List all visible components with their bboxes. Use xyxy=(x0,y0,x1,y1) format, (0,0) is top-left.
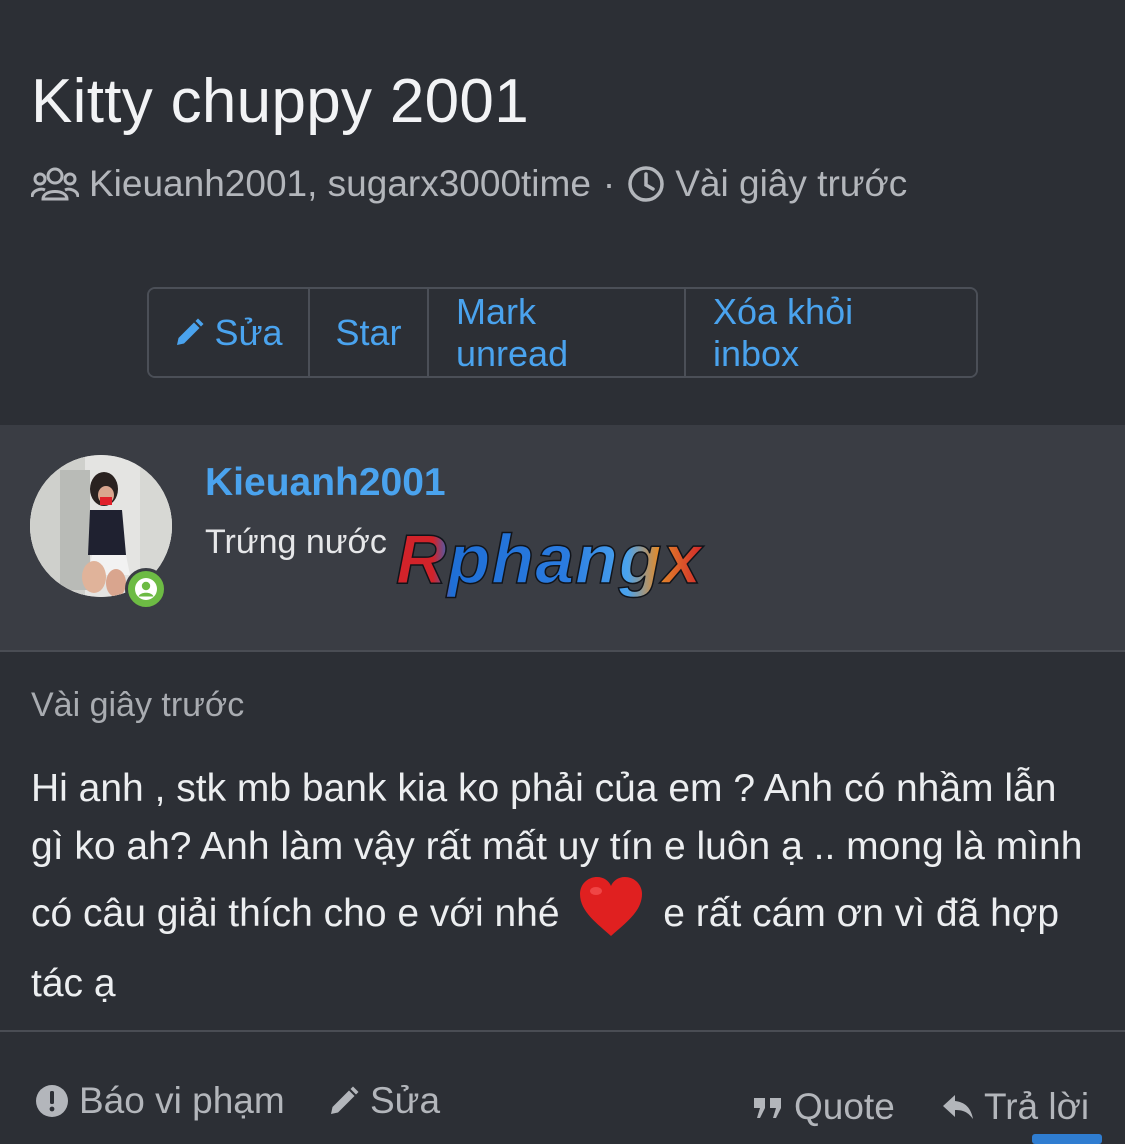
star-button-label: Star xyxy=(335,311,402,353)
report-label: Báo vi phạm xyxy=(79,1080,285,1121)
conversation-toolbar: Sửa Star Mark unread Xóa khỏi inbox xyxy=(147,287,978,378)
username-link[interactable]: Kieuanh2001 xyxy=(205,461,446,505)
message-time: Vài giây trước xyxy=(31,686,245,724)
participants-list[interactable]: Kieuanh2001, sugarx3000time xyxy=(89,163,591,205)
remove-from-inbox-label: Xóa khỏi inbox xyxy=(713,290,854,374)
reply-arrow-icon xyxy=(942,1093,974,1121)
quote-label: Quote xyxy=(794,1086,895,1127)
conversation-time: Vài giây trước xyxy=(675,163,908,204)
message-body: Hi anh , stk mb bank kia ko phải của em … xyxy=(31,760,1091,1013)
edit-message-button[interactable]: Sửa xyxy=(328,1080,440,1122)
user-rank: Trứng nước xyxy=(205,523,387,561)
message-actions: Báo vi phạm Sửa Quote Trả lời xyxy=(0,1032,1125,1144)
alert-octagon-icon xyxy=(35,1084,69,1118)
reply-button[interactable]: Trả lời xyxy=(942,1086,1089,1128)
edit-button[interactable]: Sửa xyxy=(149,289,310,376)
report-button[interactable]: Báo vi phạm xyxy=(35,1080,285,1122)
edit-button-label: Sửa xyxy=(214,311,283,353)
conversation-meta: Kieuanh2001, sugarx3000time · Vài giây t… xyxy=(31,160,907,208)
star-button[interactable]: Star xyxy=(310,289,429,376)
edit-message-label: Sửa xyxy=(370,1080,441,1121)
meta-separator: · xyxy=(602,163,616,204)
svg-text:Rphangx: Rphangx xyxy=(396,525,705,598)
pencil-icon xyxy=(174,318,204,348)
conversation-header: Kitty chuppy 2001 Kieuanh2001, sugarx300… xyxy=(0,0,1125,425)
remove-from-inbox-button[interactable]: Xóa khỏi inbox xyxy=(686,289,976,376)
heart-emoji-icon xyxy=(578,876,644,955)
rank-banner-logo: Rphangx xyxy=(392,519,737,610)
mark-unread-button[interactable]: Mark unread xyxy=(429,289,686,376)
conversation-title: Kitty chuppy 2001 xyxy=(31,67,529,136)
conversation-page: Kitty chuppy 2001 Kieuanh2001, sugarx300… xyxy=(0,0,1125,1144)
users-icon xyxy=(31,167,79,201)
reply-active-indicator xyxy=(1032,1134,1102,1144)
clock-icon xyxy=(627,165,665,203)
pencil-icon xyxy=(328,1085,360,1117)
message-content: Vài giây trước Hi anh , stk mb bank kia … xyxy=(0,652,1125,1030)
mark-unread-button-label: Mark unread xyxy=(456,290,569,374)
quote-button[interactable]: Quote xyxy=(752,1086,895,1128)
online-status-icon xyxy=(125,568,167,610)
quote-icon xyxy=(752,1094,784,1120)
reply-label: Trả lời xyxy=(984,1086,1090,1127)
message-user-panel: Kieuanh2001 Trứng nước Rphangx xyxy=(0,425,1125,652)
